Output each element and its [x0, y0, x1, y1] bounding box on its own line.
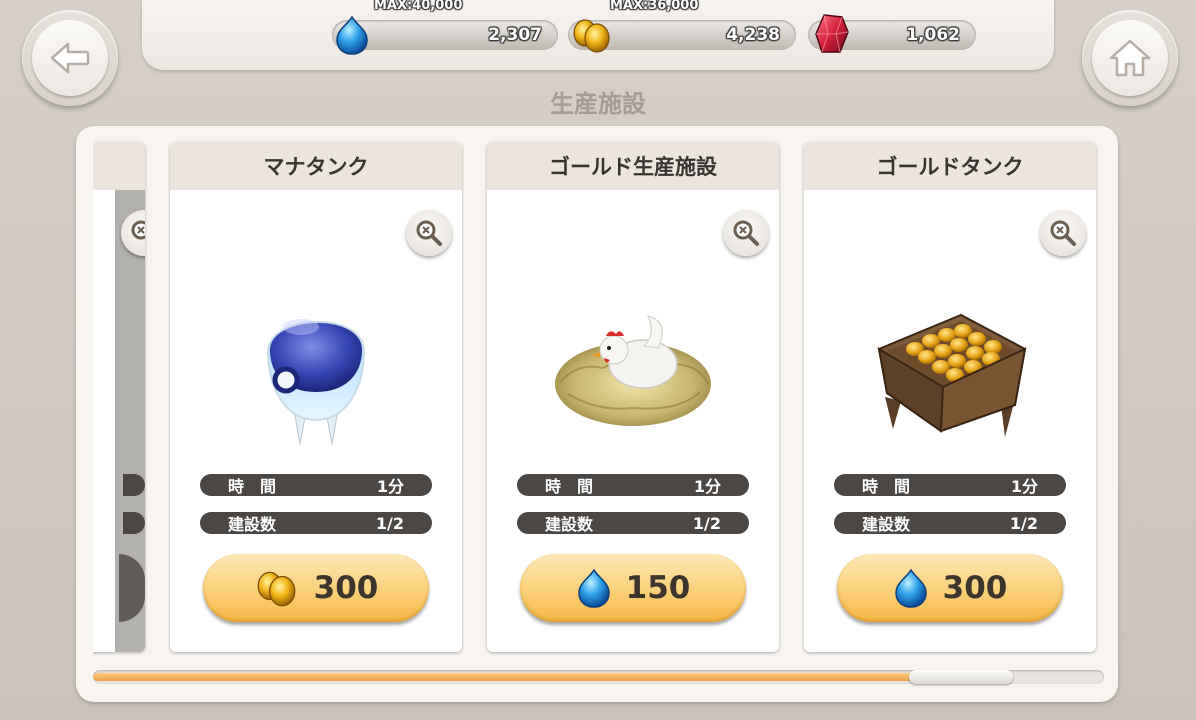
- time-stat: 時 間 1分: [200, 474, 432, 496]
- chicken-nest-image: [487, 272, 779, 472]
- scroll-progress: [93, 673, 919, 681]
- card-title: マナタンク: [170, 142, 462, 190]
- section-title: 生産施設: [550, 90, 646, 118]
- magnifier-icon: [416, 220, 442, 246]
- stat-value: 1/2: [375, 513, 404, 533]
- stat-value: 1分: [693, 477, 721, 496]
- buy-button[interactable]: 150: [520, 554, 746, 622]
- building-carousel[interactable]: マナタンク 時 間 1分 建設数 1/2 300 ゴールド生産施設 時 間 1分…: [93, 140, 1104, 660]
- mana-orb-icon: [334, 15, 370, 59]
- mana-value: 2,307: [488, 25, 542, 45]
- zoom-button[interactable]: [1040, 210, 1086, 256]
- buy-button[interactable]: 300: [203, 554, 429, 622]
- gold-value: 4,238: [726, 25, 780, 45]
- gold-max-label: MAX:36,000: [610, 0, 699, 13]
- gold-egg-icon: [570, 15, 614, 59]
- home-icon: [1109, 39, 1151, 77]
- red-gem-icon: [814, 12, 850, 60]
- magnifier-icon: [733, 220, 759, 246]
- gold-resource: MAX:36,000 4,238: [568, 0, 796, 53]
- build-count-stat: 建設数 1/2: [834, 512, 1066, 534]
- price: 300: [313, 570, 379, 606]
- building-card-gold-production[interactable]: ゴールド生産施設 時 間 1分 建設数 1/2 150: [487, 142, 779, 652]
- stat-value: 1分: [376, 477, 404, 496]
- magnifier-icon: [1050, 220, 1076, 246]
- mana-orb-icon: [894, 568, 927, 608]
- card-title: ゴールド生産施設: [487, 142, 779, 190]
- building-card-mana-tank[interactable]: マナタンク 時 間 1分 建設数 1/2 300: [170, 142, 462, 652]
- price: 150: [625, 570, 691, 606]
- gem-value: 1,062: [906, 25, 960, 45]
- gold-egg-icon: [257, 571, 296, 607]
- mana-max-label: MAX:40,000: [374, 0, 463, 13]
- build-count-stat: 建設数 1/2: [200, 512, 432, 534]
- carousel-scrollbar[interactable]: [93, 670, 1104, 684]
- mana-resource: MAX:40,000 2,307: [332, 0, 558, 55]
- card-title: ゴールドタンク: [804, 142, 1096, 190]
- stat-label: 時 間: [228, 477, 277, 496]
- stat-value: 1分: [1010, 477, 1038, 496]
- gold-crate-image: [804, 272, 1096, 472]
- stat-value: 1/2: [692, 513, 721, 533]
- stat-label: 建設数: [228, 515, 277, 534]
- price: 300: [942, 570, 1008, 606]
- gem-resource: 1,062: [808, 14, 976, 53]
- time-stat: 時 間 1分: [834, 474, 1066, 496]
- building-card-gold-tank[interactable]: ゴールドタンク 時 間 1分 建設数 1/2 300: [804, 142, 1096, 652]
- partial-card[interactable]: [93, 142, 145, 652]
- stat-value: 1/2: [1009, 513, 1038, 533]
- zoom-button[interactable]: [723, 210, 769, 256]
- mana-tank-image: [170, 272, 462, 472]
- build-count-stat: 建設数 1/2: [517, 512, 749, 534]
- stat-label: 建設数: [862, 515, 911, 534]
- magnifier-icon: [131, 220, 145, 240]
- mana-orb-icon: [577, 568, 610, 608]
- stat-label: 建設数: [545, 515, 594, 534]
- time-stat: 時 間 1分: [517, 474, 749, 496]
- scroll-thumb[interactable]: [909, 670, 1013, 684]
- stat-label: 時 間: [545, 477, 594, 496]
- back-arrow-icon: [50, 42, 90, 74]
- stat-label: 時 間: [862, 477, 911, 496]
- buy-button[interactable]: 300: [837, 554, 1063, 622]
- zoom-button[interactable]: [406, 210, 452, 256]
